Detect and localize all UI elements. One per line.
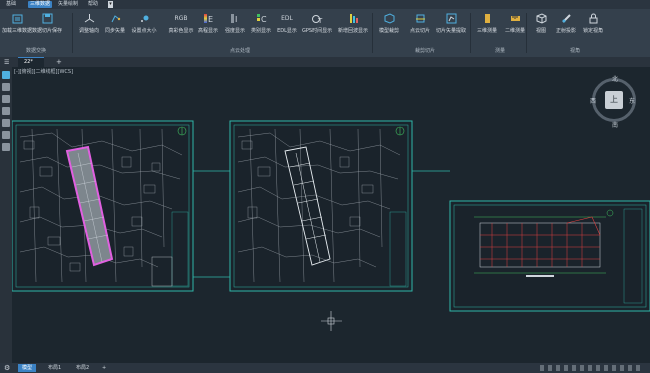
edl-icon: EDL [281,14,293,22]
sync-vector-icon [109,12,121,24]
sync-vector-button[interactable]: 同步矢量 [100,12,130,34]
drawing-canvas[interactable] [11,67,650,363]
gps-time-display-button[interactable]: T GPS时间显示 [302,12,332,34]
compass-north[interactable]: 北 [612,74,618,83]
document-tab-bar: ☰ [0,57,650,67]
select-tool-icon[interactable] [2,95,10,103]
elevation-display-button[interactable]: E 高程显示 [193,12,223,34]
svg-text:T: T [317,17,323,24]
drawing-sheet-3[interactable] [449,200,650,312]
point-size-button[interactable]: 设置点大小 [129,12,159,34]
gear-icon[interactable]: ⚙ [4,364,10,372]
add-layout-button[interactable]: + [98,364,110,372]
lock-view-button[interactable]: 锁定视角 [578,12,608,34]
drawing-sheet-1[interactable] [11,120,194,292]
menu-bar: 基础 三维数据 矢量绘制 帮助 ▾ [0,0,650,9]
layer-tool-icon[interactable] [2,131,10,139]
compass-south[interactable]: 南 [612,120,618,129]
ribbon: 加载三维数据 数据切片保存 调整轴向 同步矢量 设置点大小 RGB 真彩色显示 … [0,9,650,58]
open-3d-icon [11,12,23,24]
group-label-view: 视角 [569,48,580,54]
ribbon-separator [470,13,471,53]
menu-tab-vector-draw[interactable]: 矢量绘制 [56,1,80,8]
ribbon-separator [72,13,73,53]
ortho-icon [560,12,572,24]
group-label-measure: 测量 [494,48,505,54]
model-crop-icon [383,12,395,24]
group-label-pc-processing: 点云处理 [229,48,250,54]
measure-tool-icon[interactable] [2,119,10,127]
echo-icon [347,12,359,24]
axis-icon [83,12,95,24]
lock-view-icon [587,12,599,24]
rgb-display-button[interactable]: RGB 真彩色显示 [166,12,196,35]
rgb-icon: RGB [174,14,188,22]
pan-tool-icon[interactable] [2,71,10,79]
status-bar: ⚙ 模型 布局1 布局2 + [0,363,650,373]
point-size-icon [138,12,150,24]
ortho-projection-button[interactable]: 正射投影 [551,12,581,34]
echo-display-button[interactable]: 新增回波显示 [338,12,368,34]
compass-west[interactable]: 西 [590,96,596,105]
drawing-sheet-2[interactable] [229,120,413,292]
pc-slice-icon [414,12,426,24]
slice-vector-extract-button[interactable]: 切片矢量提取 [436,12,466,34]
svg-text:E: E [208,15,213,24]
edl-display-button[interactable]: EDL EDL显示 [272,12,302,35]
compass-top-face[interactable]: 上 [605,91,623,109]
tab-layout-2[interactable]: 布局2 [72,364,93,372]
drawing-content [11,120,650,331]
slice-save-button[interactable]: 数据切片保存 [32,12,62,34]
viewport-label[interactable]: [-][俯视][二维线框][WCS] [14,68,73,75]
menu-dropdown-icon[interactable]: ▾ [108,1,113,8]
tab-model[interactable]: 模型 [18,364,37,372]
measure-2d-icon [509,12,521,24]
pc-slice-button[interactable]: 点云切片 [405,12,435,34]
menu-tab-basic[interactable]: 基础 [4,1,18,8]
elevation-icon: E [202,12,214,24]
hamburger-menu-icon[interactable]: ☰ [4,59,9,66]
orbit-tool-icon[interactable] [2,107,10,115]
status-tool-icons[interactable] [540,365,644,371]
intensity-icon: I [229,12,241,24]
menu-tab-3d-data[interactable]: 三维数据 [28,1,53,8]
view-icon [535,12,547,24]
measure-3d-icon [481,12,493,24]
measure-3d-button[interactable]: 三维测量 [472,12,502,34]
zoom-tool-icon[interactable] [2,83,10,91]
ribbon-separator [372,13,373,53]
properties-tool-icon[interactable] [2,143,10,151]
crosshair-cursor [321,311,342,331]
slice-vector-icon [445,12,457,24]
class-icon: C [255,12,267,24]
svg-text:C: C [261,15,267,24]
gps-time-icon: T [311,12,323,24]
group-label-crop-slice: 裁剪切片 [414,48,435,54]
slice-save-icon [41,12,53,24]
svg-text:I: I [235,15,237,24]
menu-tab-help[interactable]: 帮助 [86,1,100,8]
model-crop-button[interactable]: 模型裁剪 [374,12,404,34]
load-3d-data-button[interactable]: 加载三维数据 [2,12,32,34]
compass-east[interactable]: 东 [629,96,635,105]
group-label-data-exchange: 数据交换 [25,48,46,54]
document-tab-label: 22* [24,59,33,65]
left-toolbar [0,67,12,363]
add-tab-button[interactable]: + [56,58,62,66]
tab-layout-1[interactable]: 布局1 [44,364,65,372]
